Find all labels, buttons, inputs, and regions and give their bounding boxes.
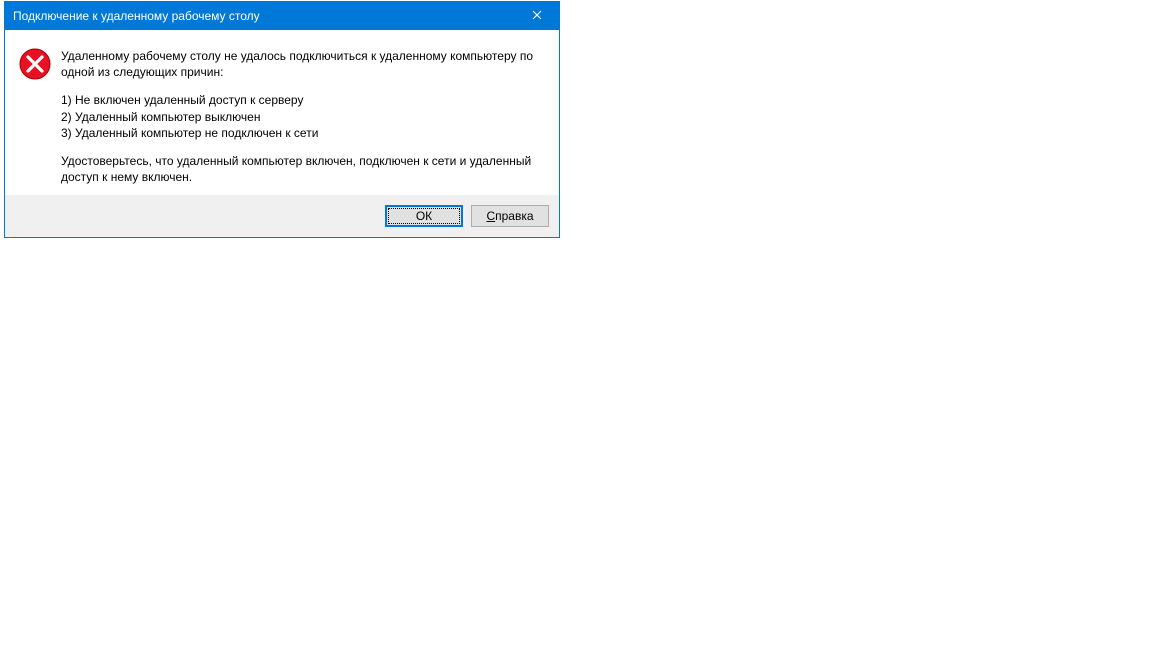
reason-1: 1) Не включен удаленный доступ к серверу <box>61 93 303 107</box>
ok-button[interactable]: ОК <box>385 205 463 227</box>
dialog-body: Удаленному рабочему столу не удалось под… <box>5 30 559 195</box>
reason-2: 2) Удаленный компьютер выключен <box>61 110 260 124</box>
message-reasons: 1) Не включен удаленный доступ к серверу… <box>61 92 539 141</box>
close-button[interactable] <box>514 2 559 30</box>
close-icon <box>532 9 542 23</box>
dialog-footer: ОК Справка <box>5 195 559 237</box>
titlebar[interactable]: Подключение к удаленному рабочему столу <box>5 2 559 30</box>
error-dialog: Подключение к удаленному рабочему столу … <box>4 1 560 238</box>
reason-3: 3) Удаленный компьютер не подключен к се… <box>61 126 318 140</box>
help-button[interactable]: Справка <box>471 205 549 227</box>
help-accelerator: С <box>486 209 495 223</box>
message-intro: Удаленному рабочему столу не удалось под… <box>61 48 539 80</box>
window-title: Подключение к удаленному рабочему столу <box>13 9 260 23</box>
error-icon <box>19 48 51 83</box>
error-message: Удаленному рабочему столу не удалось под… <box>61 48 545 185</box>
help-label-rest: правка <box>495 209 533 223</box>
message-advice: Удостоверьтесь, что удаленный компьютер … <box>61 153 539 185</box>
